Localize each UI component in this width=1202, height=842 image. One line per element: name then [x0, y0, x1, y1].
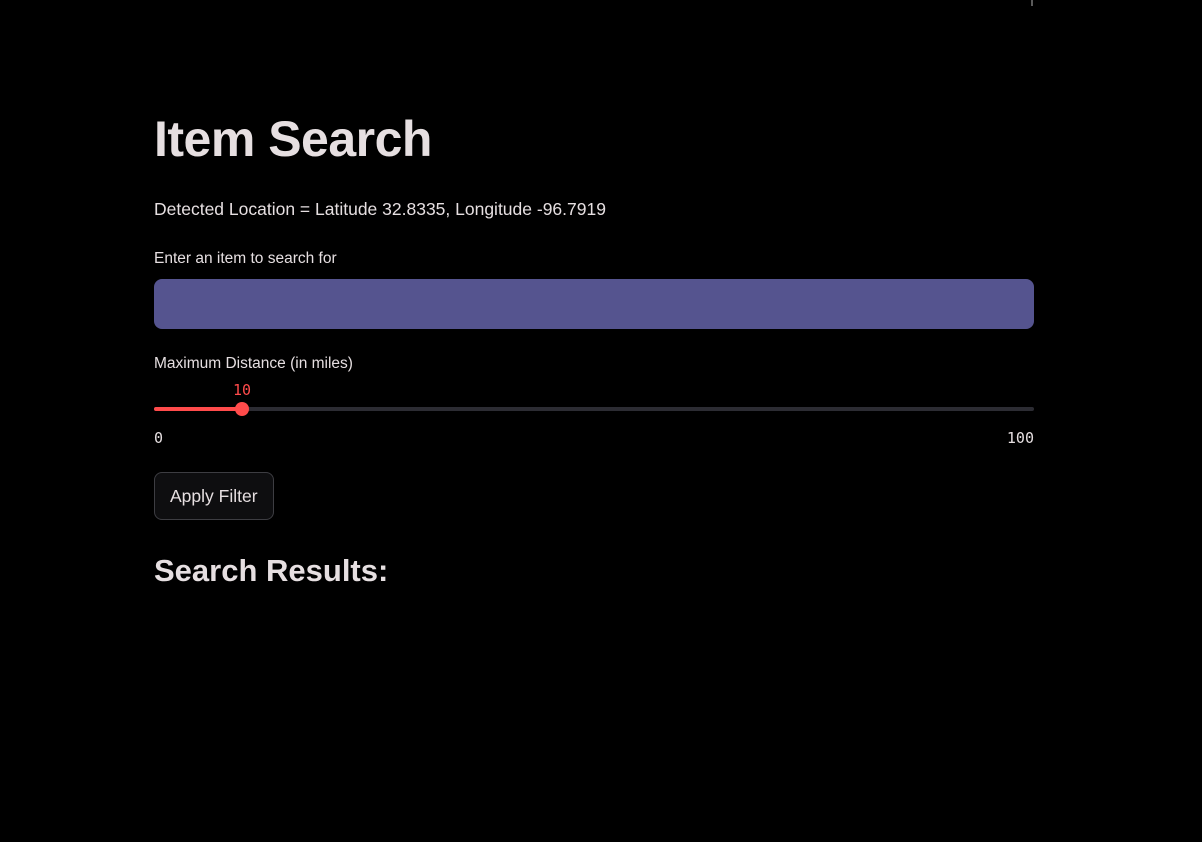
distance-slider-label: Maximum Distance (in miles) — [154, 355, 353, 372]
page-title: Item Search — [154, 111, 432, 167]
detected-location-text: Detected Location = Latitude 32.8335, Lo… — [154, 199, 606, 219]
slider-min-label: 0 — [154, 429, 164, 447]
slider-track[interactable] — [154, 407, 1034, 411]
slider-fill — [154, 407, 242, 411]
window-edge-mark — [1031, 0, 1033, 6]
slider-thumb[interactable] — [235, 402, 249, 416]
distance-slider[interactable]: 10 — [154, 380, 1034, 420]
slider-max-label: 100 — [1006, 429, 1034, 447]
search-results-heading: Search Results: — [154, 553, 389, 588]
slider-value-label: 10 — [232, 381, 252, 399]
apply-filter-button[interactable]: Apply Filter — [154, 472, 274, 520]
search-input-label: Enter an item to search for — [154, 250, 337, 267]
search-input[interactable] — [154, 279, 1034, 329]
